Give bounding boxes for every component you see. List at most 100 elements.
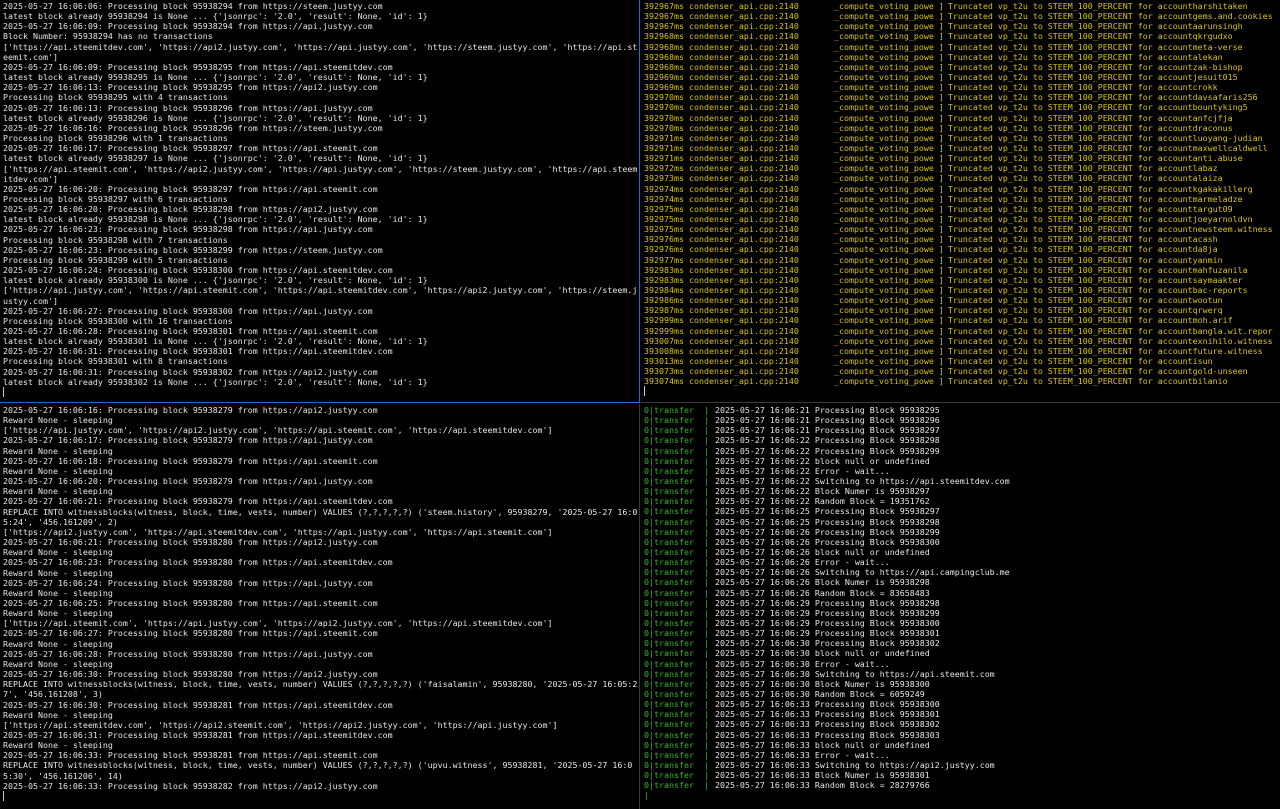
terminal-pane-bottom-right[interactable]: 0|transfer | 2025-05-27 16:06:21 Processin… <box>641 404 1280 809</box>
timestamp-ms: 392970ms <box>644 102 684 113</box>
log-line: 392968ms condenser_api.cpp:2140 _compute_… <box>644 62 1280 72</box>
process-prefix: 0|transfer <box>644 770 694 781</box>
source-file: condenser_api.cpp:2140 <box>688 102 799 113</box>
timestamp-ms: 393073ms <box>644 366 684 377</box>
account-name: saymaakter <box>1192 274 1243 285</box>
log-message: Truncated vp_t2u to STEEM_100_PERCENT fo… <box>947 193 1193 204</box>
timestamp-ms: 392975ms <box>644 213 684 224</box>
log-line: Processing block 95938299 with 5 transac… <box>3 254 228 265</box>
timestamp-ms: 392971ms <box>644 132 684 143</box>
separator: | <box>703 628 709 639</box>
log-line: 0|transfer | 2025-05-27 16:06:33 Error - w… <box>644 750 1280 760</box>
process-prefix: 0|transfer <box>644 557 694 568</box>
log-timestamp: 392970ms condenser_api.cpp:2140 <box>644 102 834 112</box>
log-line: 392983ms condenser_api.cpp:2140 _compute_… <box>644 265 1280 275</box>
function-name: _compute_voting_powe ] <box>834 274 944 285</box>
log-line: 392970ms condenser_api.cpp:2140 _compute_… <box>644 92 1280 102</box>
log-line: latest block already 95938297 is None ..… <box>3 153 428 164</box>
separator: | <box>703 415 709 426</box>
log-message: Truncated vp_t2u to STEEM_100_PERCENT fo… <box>947 21 1193 32</box>
terminal-pane-top-left[interactable]: 2025-05-27 16:06:06: Processing block 95… <box>0 0 640 403</box>
source-file: condenser_api.cpp:2140 <box>688 82 799 93</box>
log-line: 0|transfer | 2025-05-27 16:06:26 Switching… <box>644 567 1280 577</box>
log-message: Truncated vp_t2u to STEEM_100_PERCENT fo… <box>947 376 1193 387</box>
source-file: condenser_api.cpp:2140 <box>688 132 799 143</box>
source-file: condenser_api.cpp:2140 <box>688 92 799 103</box>
log-line: 2025-05-27 16:06:06: Processing block 95… <box>3 1 383 11</box>
process-prefix: 0|transfer <box>644 668 694 679</box>
log-timestamp: 393008ms condenser_api.cpp:2140 <box>644 346 834 356</box>
source-file: condenser_api.cpp:2140 <box>688 335 799 346</box>
timestamp-ms: 392975ms <box>644 203 684 214</box>
timestamp-ms: 392974ms <box>644 183 684 194</box>
log-output: 392967ms condenser_api.cpp:2140 _compute_… <box>641 0 1280 397</box>
log-line: Processing block 95938297 with 6 transac… <box>3 193 228 204</box>
log-message: 2025-05-27 16:06:25 Processing Block 959… <box>714 516 940 527</box>
log-line: latest block already 95938296 is None ..… <box>3 112 428 123</box>
account-name: jesuit015 <box>1192 71 1238 82</box>
log-message: 2025-05-27 16:06:26 Processing Block 959… <box>714 526 940 537</box>
timestamp-ms: 392972ms <box>644 163 684 174</box>
log-line: 0|transfer | 2025-05-27 16:06:30 Block Num… <box>644 679 1280 689</box>
log-line: 392975ms condenser_api.cpp:2140 _compute_… <box>644 214 1280 224</box>
log-message: 2025-05-27 16:06:22 Error - wait... <box>714 465 890 476</box>
separator: | <box>703 465 709 476</box>
log-line: 392976ms condenser_api.cpp:2140 _compute_… <box>644 234 1280 244</box>
log-message: Truncated vp_t2u to STEEM_100_PERCENT fo… <box>947 112 1193 123</box>
log-line: Processing block 95938296 with 1 transac… <box>3 133 228 144</box>
process-prefix: 0|transfer <box>644 739 694 750</box>
account-name: targut09 <box>1192 203 1233 214</box>
timestamp-ms: 393074ms <box>644 376 684 387</box>
function-name: _compute_voting_powe ] <box>834 325 944 336</box>
log-timestamp: 392968ms condenser_api.cpp:2140 <box>644 31 834 41</box>
log-line: ['https://api.steemit.com', 'https://api… <box>3 618 553 629</box>
log-timestamp: 393013ms condenser_api.cpp:2140 <box>644 356 834 366</box>
log-message: Truncated vp_t2u to STEEM_100_PERCENT fo… <box>947 92 1193 103</box>
log-line: Reward None - sleeping <box>3 658 113 669</box>
log-message: Truncated vp_t2u to STEEM_100_PERCENT fo… <box>947 203 1193 214</box>
function-name: _compute_voting_powe ] <box>834 122 944 133</box>
log-line: 2025-05-27 16:06:30: Processing block 95… <box>3 699 393 710</box>
process-prefix: 0|transfer <box>644 475 694 486</box>
log-timestamp: 392986ms condenser_api.cpp:2140 <box>644 295 834 305</box>
log-timestamp: 392967ms condenser_api.cpp:2140 <box>644 1 834 11</box>
terminal-pane-bottom-left[interactable]: 2025-05-27 16:06:16: Processing block 95… <box>0 404 640 809</box>
log-line: 2025-05-27 16:06:21: Processing block 95… <box>3 537 378 548</box>
log-line: 2025-05-27 16:06:24: Processing block 95… <box>3 265 393 276</box>
account-name: meta-verse <box>1192 41 1243 52</box>
function-name: _compute_voting_powe ] <box>834 173 944 184</box>
function-name: _compute_voting_powe ] <box>834 224 944 235</box>
log-line: 0|transfer | 2025-05-27 16:06:22 Processin… <box>644 446 1280 456</box>
log-line: 0|transfer | 2025-05-27 16:06:21 Processin… <box>644 405 1280 415</box>
timestamp-ms: 393008ms <box>644 345 684 356</box>
source-file: condenser_api.cpp:2140 <box>688 284 799 295</box>
log-timestamp: 392999ms condenser_api.cpp:2140 <box>644 326 834 336</box>
log-line: REPLACE INTO witnessblocks(witness, bloc… <box>3 679 638 700</box>
separator: | <box>703 455 709 466</box>
function-name: _compute_voting_powe ] <box>834 355 944 366</box>
function-name: _compute_voting_powe ] <box>834 11 944 22</box>
account-name: yanmin <box>1192 254 1223 265</box>
process-prefix: 0|transfer <box>644 455 694 466</box>
log-timestamp: 392970ms condenser_api.cpp:2140 <box>644 123 834 133</box>
function-name: _compute_voting_powe ] <box>834 203 944 214</box>
function-name: _compute_voting_powe ] <box>834 71 944 82</box>
account-name: anfcjfja <box>1192 112 1233 123</box>
separator: | <box>703 699 709 710</box>
separator: | <box>703 435 709 446</box>
log-timestamp: 392975ms condenser_api.cpp:2140 <box>644 204 834 214</box>
log-line: 392970ms condenser_api.cpp:2140 _compute_… <box>644 102 1280 112</box>
terminal-cursor: | <box>644 790 1280 800</box>
function-name: _compute_voting_powe ] <box>834 142 944 153</box>
source-file: condenser_api.cpp:2140 <box>688 224 799 235</box>
separator: | <box>703 770 709 781</box>
process-prefix: 0|transfer <box>644 465 694 476</box>
process-prefix: 0|transfer <box>644 699 694 710</box>
terminal-pane-top-right[interactable]: 392967ms condenser_api.cpp:2140 _compute_… <box>641 0 1280 403</box>
function-name: _compute_voting_powe ] <box>834 41 944 52</box>
log-message: 2025-05-27 16:06:26 Block Numer is 95938… <box>714 577 930 588</box>
process-prefix: 0|transfer <box>644 648 694 659</box>
log-message: 2025-05-27 16:06:29 Processing Block 959… <box>714 597 940 608</box>
account-name: wootun <box>1192 295 1223 306</box>
log-line: latest block already 95938295 is None ..… <box>3 72 428 83</box>
